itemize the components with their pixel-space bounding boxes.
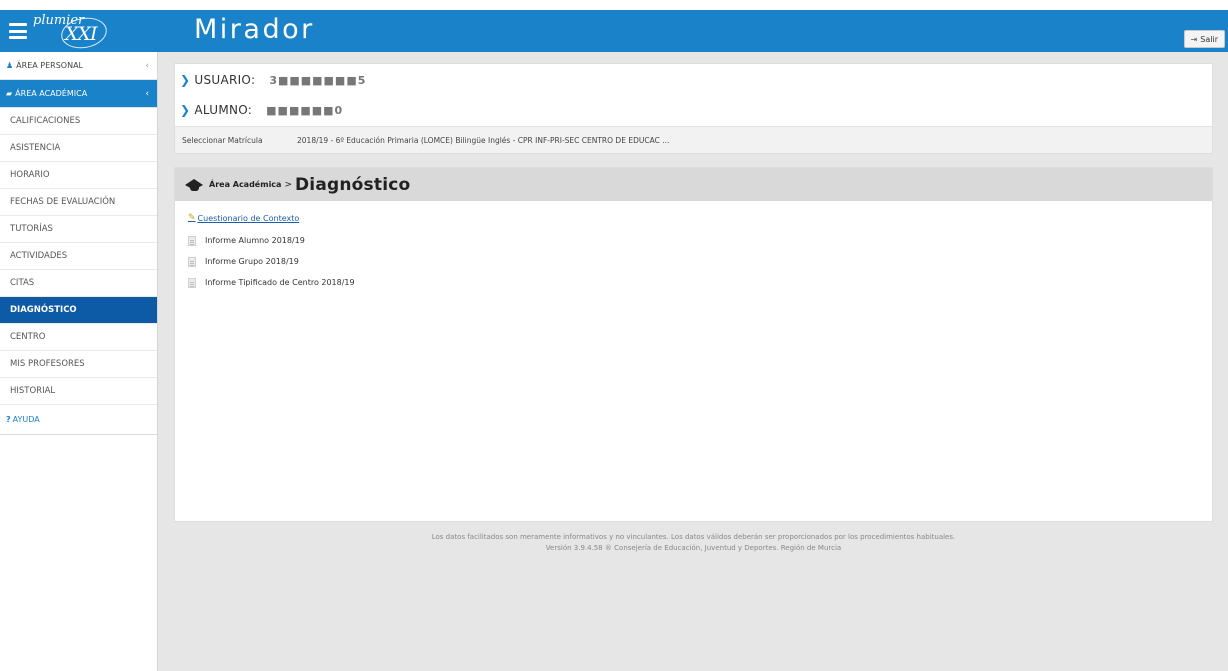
sidebar-item-label: CALIFICACIONES [10,116,81,126]
chevron-left-icon: ‹ [145,88,149,99]
sidebar-item-historial[interactable]: HISTORIAL [0,378,157,405]
sidebar-item-label: MIS PROFESORES [10,359,85,369]
graduation-cap-icon: ▰ [6,89,13,98]
help-label: AYUDA [12,415,40,424]
footer: Los datos facilitados son meramente info… [174,532,1213,554]
cuestionario-link[interactable]: ✎ Cuestionario de Contexto [188,211,1212,225]
diagnostico-links: ✎ Cuestionario de Contexto Informe Alumn… [175,201,1212,293]
sidebar-section-academica[interactable]: ▰ ÁREA ACADÉMICA ‹ [0,80,157,108]
breadcrumb-parent: Área Académica [209,180,282,189]
sidebar-item-diagnostico[interactable]: DIAGNÓSTICO [0,297,157,324]
sidebar-item-label: DIAGNÓSTICO [10,305,77,315]
document-icon [188,277,196,288]
user-panel: ❯ USUARIO: 3■■■■■■■5 ❯ ALUMNO: ■■■■■■0 S… [174,63,1213,154]
document-icon [188,235,196,246]
usuario-value: 3■■■■■■■5 [269,73,367,87]
section-label: ÁREA PERSONAL [16,61,83,70]
report-link-alumno[interactable]: Informe Alumno 2018/19 [188,230,1212,251]
chevron-right-icon: ❯ [180,103,191,117]
alumno-row: ❯ ALUMNO: ■■■■■■0 [180,99,343,121]
brand: plumier XXI [0,10,158,52]
exit-button[interactable]: ⇥ Salir [1183,30,1225,48]
menu-toggle-icon[interactable] [9,23,27,39]
sidebar-item-asistencia[interactable]: ASISTENCIA [0,135,157,162]
sidebar-item-label: HISTORIAL [10,386,56,396]
exit-label: Salir [1200,34,1218,44]
footer-disclaimer: Los datos facilitados son meramente info… [431,533,956,541]
sidebar-item-tutorias[interactable]: TUTORÍAS [0,216,157,243]
app-title: Mirador [194,14,315,45]
footer-version: Versión 3.9.4.58 ® Consejería de Educaci… [545,544,842,552]
content-panel: Área Académica > Diagnóstico ✎ Cuestiona… [174,167,1213,522]
question-icon: ? [6,415,11,424]
user-icon: ♟ [6,61,14,70]
sidebar-item-label: ASISTENCIA [10,143,61,153]
sidebar-item-label: TUTORÍAS [10,224,53,234]
document-icon [188,256,196,267]
breadcrumb: Área Académica > Diagnóstico [175,168,1212,201]
sidebar-item-label: CENTRO [10,332,46,342]
sidebar: ♟ ÁREA PERSONAL ‹ ▰ ÁREA ACADÉMICA ‹ CAL… [0,52,158,671]
report-link-centro[interactable]: Informe Tipificado de Centro 2018/19 [188,272,1212,293]
cuestionario-label: Cuestionario de Contexto [197,213,300,223]
matricula-label: Seleccionar Matrícula [182,135,263,145]
sidebar-section-personal[interactable]: ♟ ÁREA PERSONAL ‹ [0,52,157,80]
sidebar-item-label: FECHAS DE EVALUACIÓN [10,197,116,207]
report-label: Informe Tipificado de Centro 2018/19 [205,278,355,287]
alumno-value: ■■■■■■0 [266,103,344,117]
graduation-cap-icon [185,178,203,191]
sidebar-item-citas[interactable]: CITAS [0,270,157,297]
page-title: Diagnóstico [295,174,411,195]
matricula-value: 2018/19 - 6º Educación Primaria (LOMCE) … [297,135,670,145]
sidebar-item-calificaciones[interactable]: CALIFICACIONES [0,108,157,135]
matricula-selector[interactable]: Seleccionar Matrícula 2018/19 - 6º Educa… [175,126,1212,153]
sidebar-item-horario[interactable]: HORARIO [0,162,157,189]
logo-suffix: XXI [65,23,98,45]
sidebar-item-centro[interactable]: CENTRO [0,324,157,351]
report-link-grupo[interactable]: Informe Grupo 2018/19 [188,251,1212,272]
section-label: ÁREA ACADÉMICA [15,89,88,98]
app-header: plumier XXI Mirador ⇥ Salir [0,10,1228,52]
sidebar-item-label: ACTIVIDADES [10,251,68,261]
usuario-label: USUARIO: [194,73,256,87]
breadcrumb-separator: > [284,179,292,190]
chevron-left-icon: ‹ [145,60,149,71]
sidebar-item-actividades[interactable]: ACTIVIDADES [0,243,157,270]
top-strip [0,0,1228,10]
sidebar-item-ayuda[interactable]: ? AYUDA [0,405,157,435]
pencil-icon: ✎ [188,213,196,223]
sidebar-item-label: HORARIO [10,170,50,180]
sidebar-item-fechas-evaluacion[interactable]: FECHAS DE EVALUACIÓN [0,189,157,216]
sidebar-item-mis-profesores[interactable]: MIS PROFESORES [0,351,157,378]
logout-icon: ⇥ [1190,34,1198,44]
report-label: Informe Grupo 2018/19 [205,257,299,266]
usuario-row: ❯ USUARIO: 3■■■■■■■5 [180,69,366,91]
alumno-label: ALUMNO: [194,103,253,117]
report-label: Informe Alumno 2018/19 [205,236,305,245]
chevron-right-icon: ❯ [180,73,191,87]
sidebar-item-label: CITAS [10,278,35,288]
plumier-logo: plumier XXI [31,13,121,52]
